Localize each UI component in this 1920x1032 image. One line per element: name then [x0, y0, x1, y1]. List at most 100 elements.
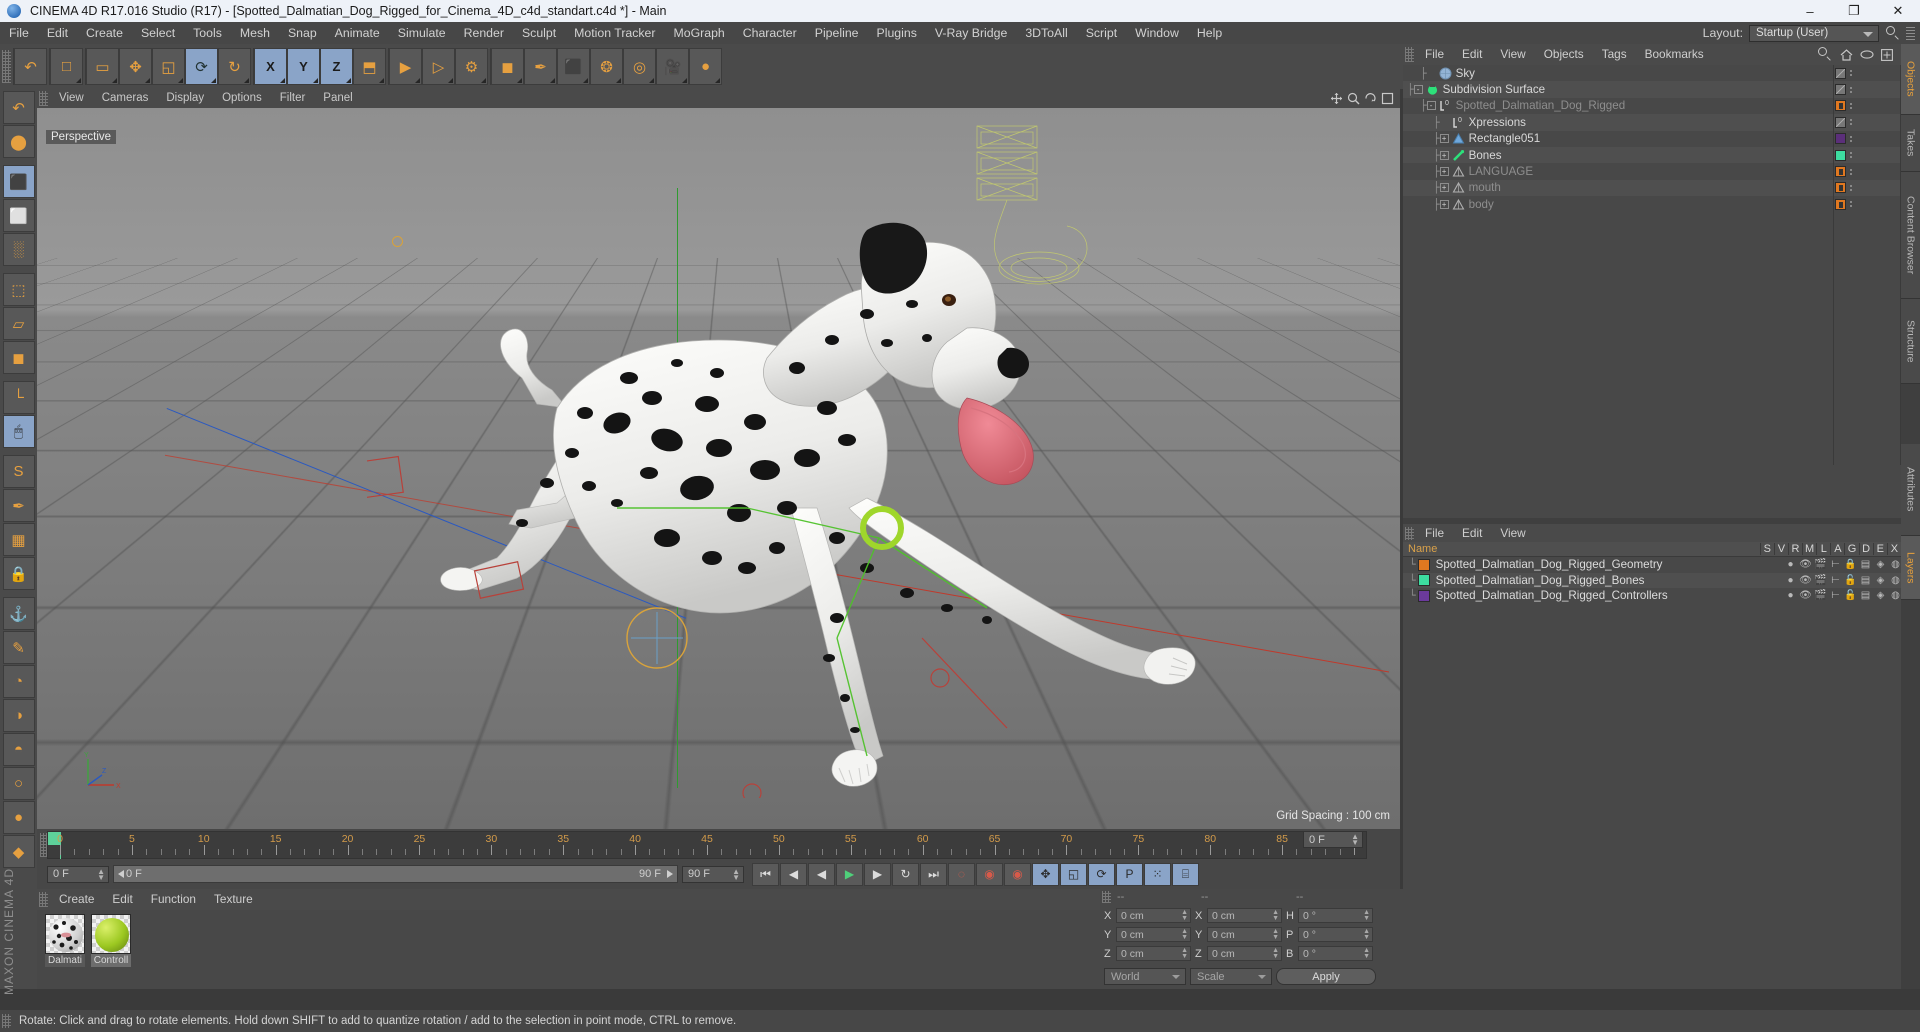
visibility-dots[interactable] — [1849, 119, 1853, 126]
menu-tools[interactable]: Tools — [184, 22, 231, 44]
menu-character[interactable]: Character — [734, 22, 806, 44]
mat-menu-create[interactable]: Create — [50, 889, 103, 910]
home-icon[interactable] — [1840, 48, 1853, 61]
om-menu-edit[interactable]: Edit — [1453, 44, 1491, 65]
generator-toggle[interactable]: ◈ — [1873, 575, 1888, 586]
menu-plugins[interactable]: Plugins — [868, 22, 926, 44]
submenu-corner-icon[interactable] — [550, 78, 555, 83]
preview-range-bar[interactable]: 0 F 90 F — [113, 865, 678, 883]
visibility-dots[interactable] — [1849, 201, 1853, 208]
submenu-corner-icon[interactable] — [76, 78, 81, 83]
key-rotation-button[interactable]: ⟳ — [1088, 862, 1115, 886]
inflate-icon[interactable]: ○ — [2, 767, 35, 800]
layer-row[interactable]: └ Spotted_Dalmatian_Dog_Rigged_Bones ● 👁 🎬 ⊢ 🔓… — [1403, 572, 1913, 588]
timeline-ruler[interactable]: 051015202530354045505560657075808590 — [47, 831, 1367, 859]
tab-objects[interactable]: Objects — [1901, 44, 1920, 115]
knife-tool-icon[interactable]: ✒ — [2, 489, 35, 522]
lock-icon[interactable]: 🔒 — [2, 557, 35, 590]
lm-menu-view[interactable]: View — [1491, 524, 1534, 542]
layer-col-l[interactable]: L — [1816, 543, 1830, 555]
search-icon[interactable] — [1818, 47, 1833, 62]
object-mode-icon[interactable]: ⬛ — [2, 165, 35, 198]
light-icon[interactable]: ● — [689, 48, 722, 85]
visibility-dots[interactable] — [1849, 70, 1853, 77]
submenu-corner-icon[interactable] — [178, 78, 183, 83]
axis-y-icon[interactable]: Y — [287, 48, 320, 85]
render-toggle[interactable]: 🎬 — [1813, 575, 1828, 586]
menu-mesh[interactable]: Mesh — [231, 22, 279, 44]
submenu-corner-icon[interactable] — [517, 78, 522, 83]
status-bar-grip[interactable] — [2, 1014, 11, 1028]
mask-icon[interactable]: ● — [2, 801, 35, 834]
om-menu-tags[interactable]: Tags — [1593, 44, 1636, 65]
menu-render[interactable]: Render — [455, 22, 513, 44]
menu-animate[interactable]: Animate — [326, 22, 389, 44]
submenu-corner-icon[interactable] — [346, 78, 351, 83]
expand-toggle[interactable]: + — [1439, 199, 1449, 209]
lock-icon[interactable]: 🔒 — [1843, 559, 1858, 570]
flatten-icon[interactable]: ◓ — [2, 733, 35, 766]
object-row[interactable]: ├ + Bones — [1403, 146, 1901, 164]
mat-menu-function[interactable]: Function — [142, 889, 205, 910]
render-view-icon[interactable]: ▶ — [389, 48, 422, 85]
visibility-dots[interactable] — [1849, 86, 1853, 93]
layer-color-swatch[interactable] — [1417, 589, 1430, 602]
edge-mode-icon[interactable]: ▱ — [2, 307, 35, 340]
coord-field-x-0[interactable]: 0 cm ▲ ▼ — [1116, 908, 1191, 923]
maximize-button[interactable]: ❐ — [1832, 0, 1876, 22]
submenu-corner-icon[interactable] — [715, 78, 720, 83]
viewport-mouse-icon[interactable]: 🖱 — [2, 415, 35, 448]
object-row[interactable]: ├ - 0 Spotted_Dalmatian_Dog_Rigged — [1403, 98, 1901, 114]
move-tool-icon[interactable]: ✥ — [119, 48, 152, 85]
sculpt-s-icon[interactable]: S — [2, 455, 35, 488]
tab-takes[interactable]: Takes — [1901, 115, 1920, 172]
menu-v-ray-bridge[interactable]: V-Ray Bridge — [926, 22, 1016, 44]
mat-menu-edit[interactable]: Edit — [103, 889, 141, 910]
spinner-icon[interactable]: ▲ ▼ — [1181, 909, 1188, 922]
spinner-icon[interactable]: ▲ ▼ — [1363, 909, 1370, 922]
visibility-dots[interactable] — [1849, 152, 1853, 159]
undo-large-icon[interactable]: ↶ — [2, 91, 35, 124]
minimize-button[interactable]: – — [1788, 0, 1832, 22]
coord-field-p-2[interactable]: 0 ° ▲ ▼ — [1298, 927, 1373, 942]
step-forward-button[interactable]: ▶ — [864, 862, 891, 886]
layer-col-name[interactable]: Name — [1403, 543, 1760, 555]
texture-axis-icon[interactable]: ⬤ — [2, 125, 35, 158]
play-button[interactable]: ▶ — [836, 862, 863, 886]
solo-toggle[interactable]: ● — [1783, 590, 1798, 601]
rotate-tool-icon[interactable]: ⟳ — [185, 48, 218, 85]
menu-motion-tracker[interactable]: Motion Tracker — [565, 22, 664, 44]
tab-structure[interactable]: Structure — [1901, 299, 1920, 384]
expand-toggle[interactable]: + — [1439, 134, 1449, 144]
layer-col-m[interactable]: M — [1802, 543, 1816, 555]
close-button[interactable]: ✕ — [1876, 0, 1920, 22]
menu-3dtoall[interactable]: 3DToAll — [1016, 22, 1076, 44]
coordinate-system-dropdown[interactable]: World — [1104, 968, 1186, 985]
render-settings-icon[interactable]: ⚙ — [455, 48, 488, 85]
layer-col-r[interactable]: R — [1787, 543, 1802, 555]
green-sphere[interactable] — [91, 914, 131, 954]
add-cube-icon[interactable]: ◼ — [491, 48, 524, 85]
record-keyframe-button[interactable]: ◉ — [1004, 862, 1031, 886]
submenu-corner-icon[interactable] — [112, 78, 117, 83]
om-menu-bookmarks[interactable]: Bookmarks — [1636, 44, 1713, 65]
layer-color-swatch[interactable] — [1835, 198, 1846, 210]
record-settings-button[interactable]: ◌ — [948, 862, 975, 886]
visibility-dots[interactable] — [1849, 184, 1853, 191]
object-manager-tree[interactable]: ├ Sky ├ - Subdivision Surface ├ -0 Spotted_Dalm… — [1403, 65, 1920, 518]
tab-layers[interactable]: Layers — [1901, 536, 1920, 600]
maximize-viewport-icon[interactable] — [1381, 92, 1394, 105]
spinner-icon[interactable]: ▲ ▼ — [1181, 947, 1188, 960]
submenu-corner-icon[interactable] — [682, 78, 687, 83]
menu-mograph[interactable]: MoGraph — [664, 22, 733, 44]
manager-toggle[interactable]: ⊢ — [1828, 559, 1843, 570]
submenu-corner-icon[interactable] — [583, 78, 588, 83]
toolbar-grip[interactable] — [2, 50, 11, 83]
layer-col-g[interactable]: G — [1844, 543, 1858, 555]
viewport-menu-options[interactable]: Options — [213, 89, 271, 108]
magnet-icon[interactable]: ⚓ — [2, 597, 35, 630]
viewport-menu-panel[interactable]: Panel — [314, 89, 361, 108]
visibility-dots[interactable] — [1849, 102, 1853, 109]
object-row[interactable]: ├ + mouth — [1403, 179, 1920, 197]
animation-toggle[interactable]: ▤ — [1858, 559, 1873, 570]
